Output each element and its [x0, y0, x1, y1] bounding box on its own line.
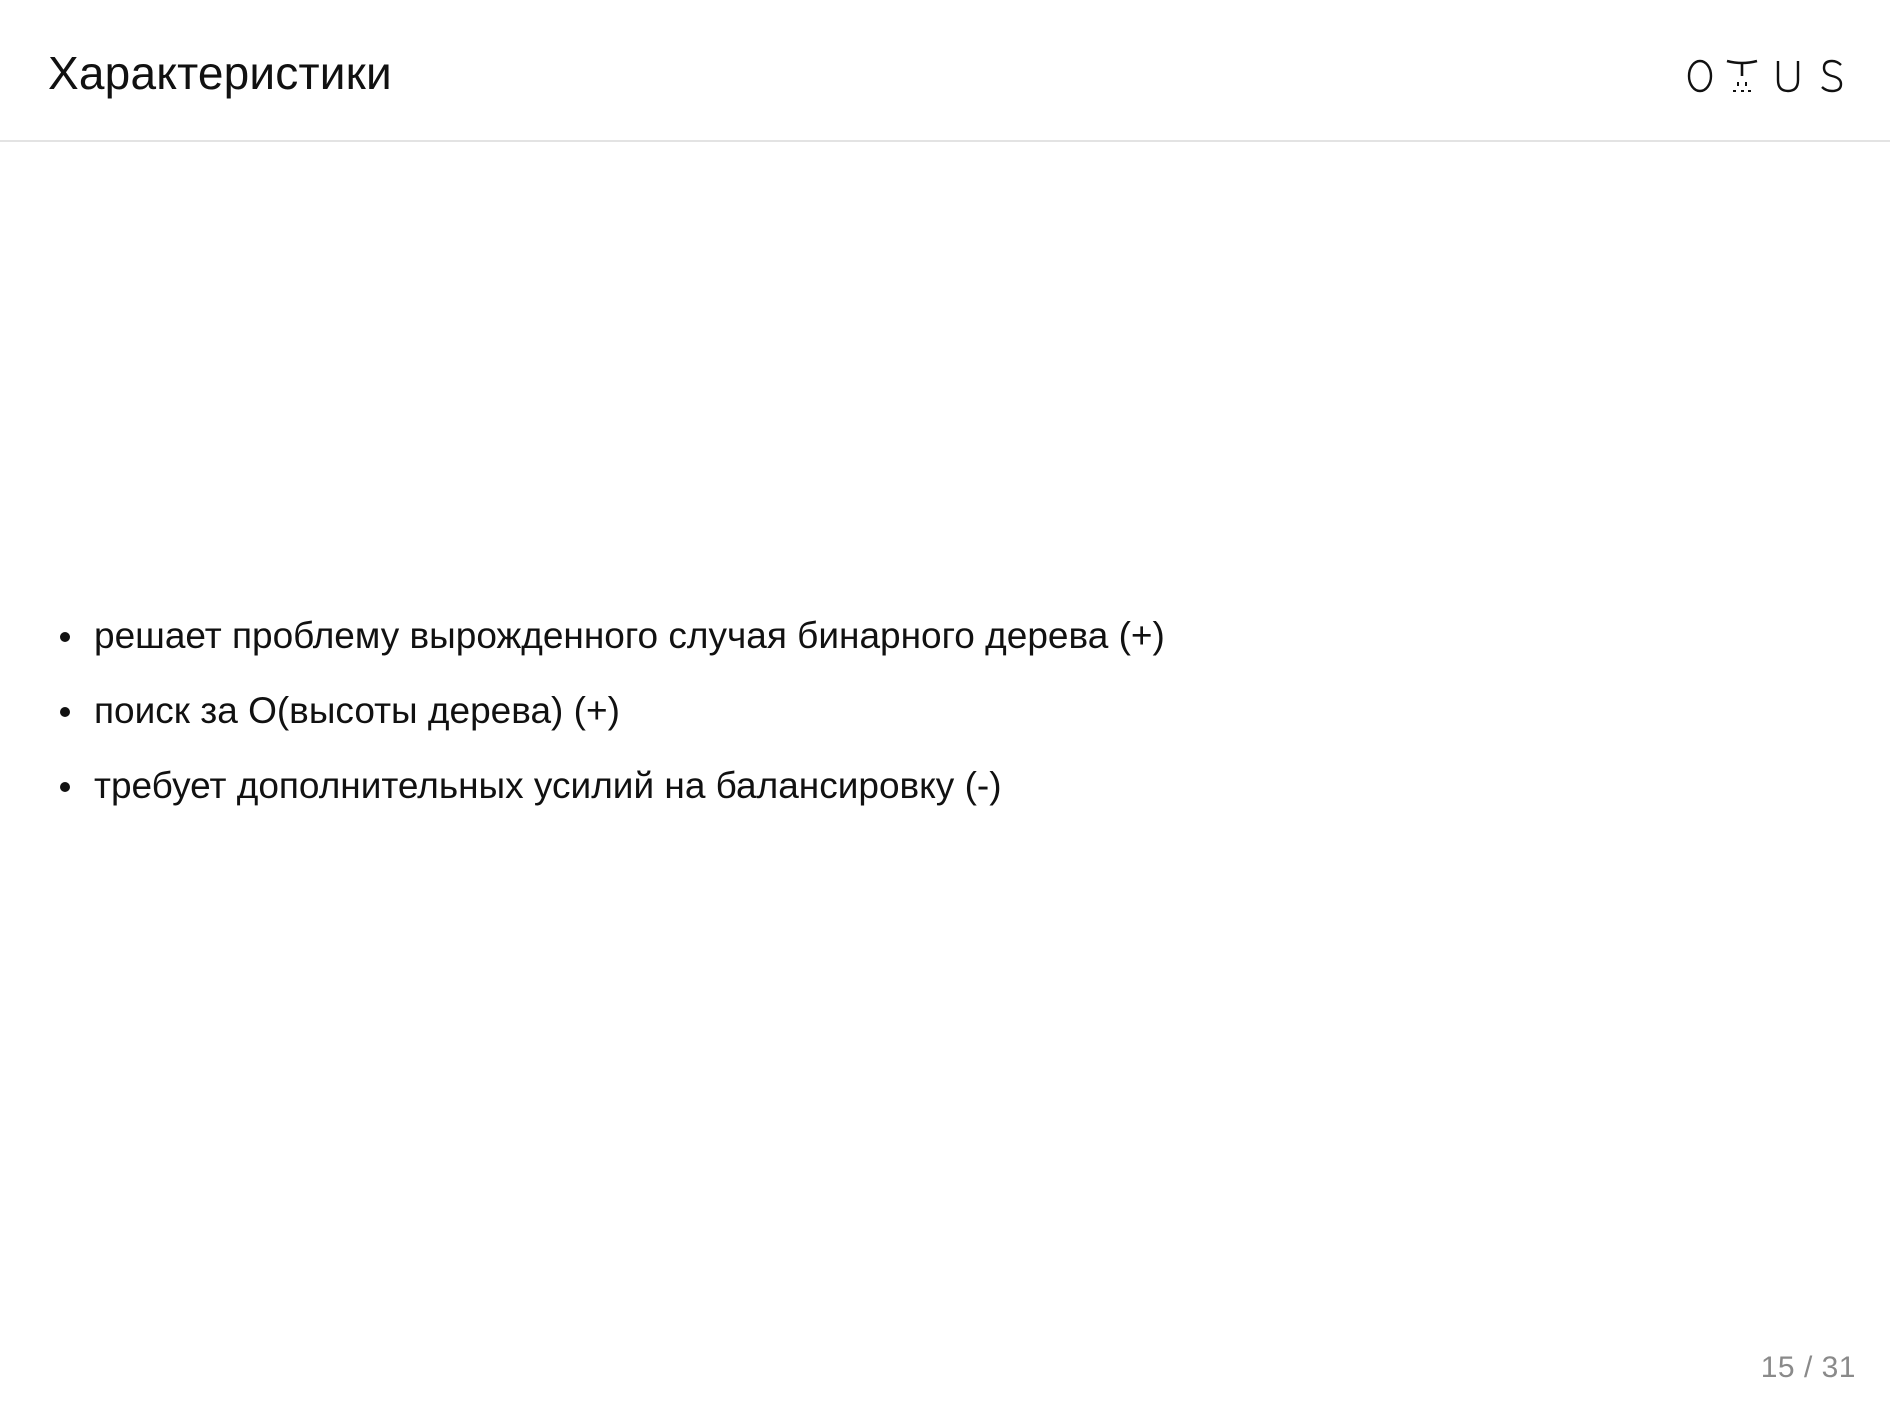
slide-content: решает проблему вырожденного случая бина… — [0, 142, 1890, 1322]
page-number: 15 / 31 — [1760, 1351, 1856, 1384]
otus-logo-icon — [1687, 59, 1843, 93]
bullet-text: требует дополнительных усилий на баланси… — [94, 765, 1002, 806]
bullet-dot-icon — [60, 782, 70, 792]
bullet-item: решает проблему вырожденного случая бина… — [60, 612, 1165, 660]
bullet-text: решает проблему вырожденного случая бина… — [94, 615, 1165, 656]
otus-logo — [1687, 50, 1845, 102]
bullet-item: поиск за O(высоты дерева) (+) — [60, 687, 1165, 735]
slide-title: Характеристики — [48, 47, 392, 99]
bullet-dot-icon — [60, 707, 70, 717]
bullet-dot-icon — [60, 632, 70, 642]
slide: Характеристики решает проблему вырожденн… — [0, 0, 1890, 1407]
bullet-item: требует дополнительных усилий на баланси… — [60, 762, 1165, 810]
bullet-text: поиск за O(высоты дерева) (+) — [94, 690, 620, 731]
slide-header: Характеристики — [0, 0, 1890, 142]
bullet-list: решает проблему вырожденного случая бина… — [60, 612, 1165, 837]
